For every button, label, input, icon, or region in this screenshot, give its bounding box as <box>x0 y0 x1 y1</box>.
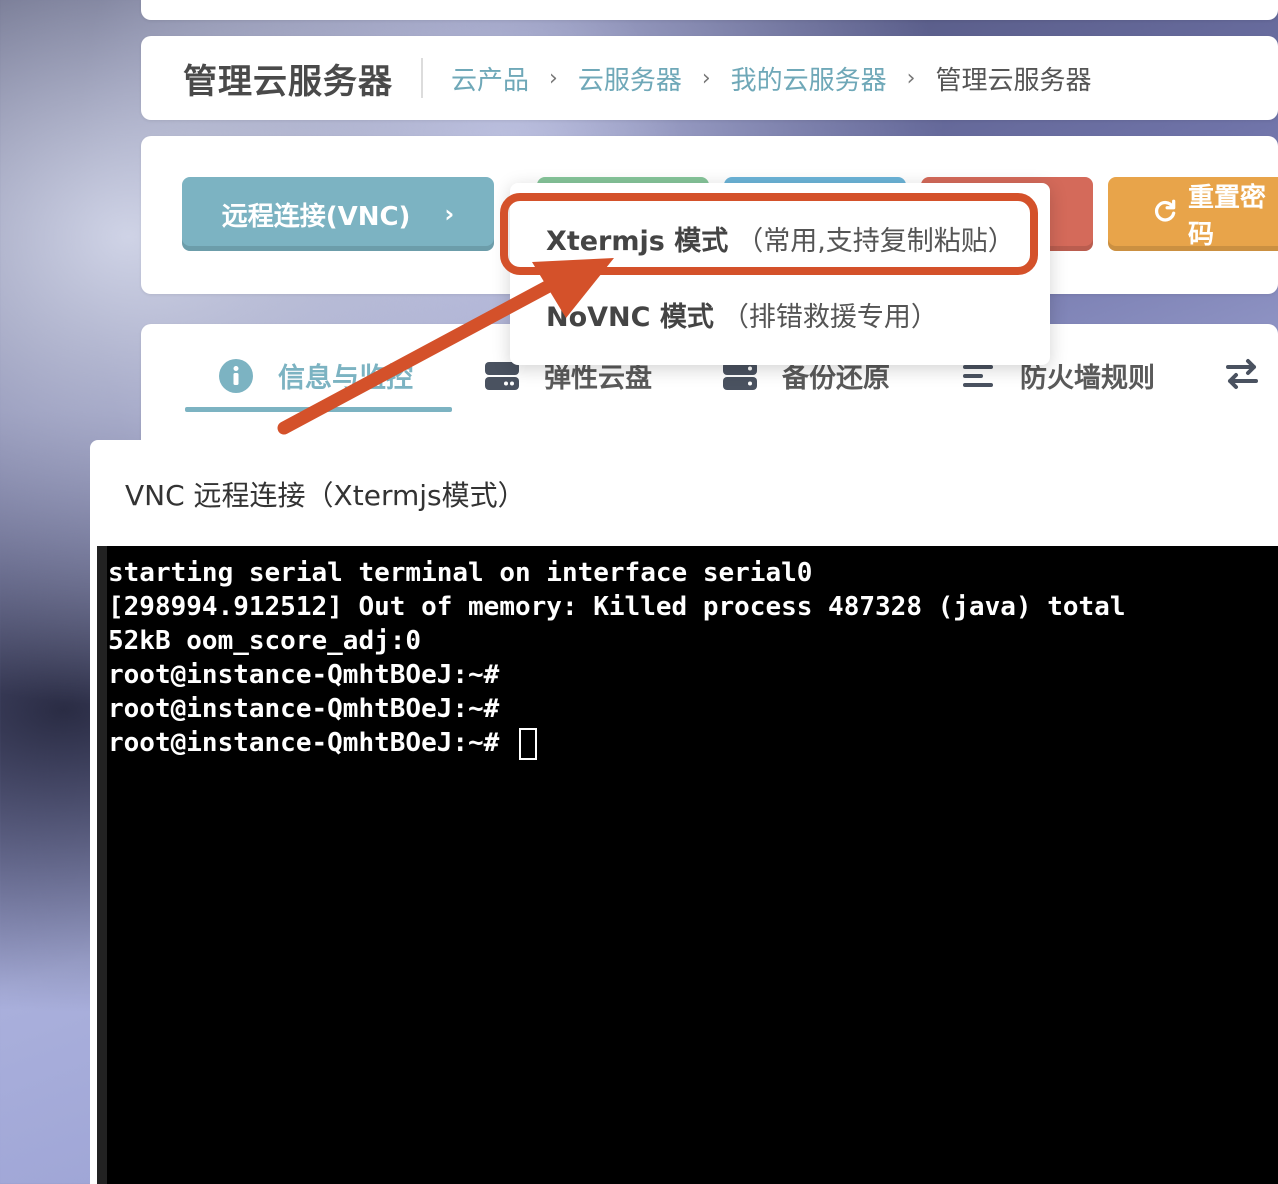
terminal-line: [298994.912512] Out of memory: Killed pr… <box>108 592 1126 622</box>
terminal-line: starting serial terminal on interface se… <box>108 558 813 588</box>
terminal-output: starting serial terminal on interface se… <box>108 556 1125 760</box>
terminal-prompt: root@instance-QmhtBOeJ:~# <box>108 728 515 758</box>
terminal-prompt-line: root@instance-QmhtBOeJ:~# <box>108 726 1125 760</box>
terminal-line: root@instance-QmhtBOeJ:~# <box>108 694 500 724</box>
vnc-panel-title: VNC 远程连接（Xtermjs模式） <box>125 479 526 512</box>
terminal-cursor <box>519 727 537 760</box>
terminal-line: 52kB oom_score_adj:0 <box>108 626 422 656</box>
terminal-line: root@instance-QmhtBOeJ:~# <box>108 660 500 690</box>
